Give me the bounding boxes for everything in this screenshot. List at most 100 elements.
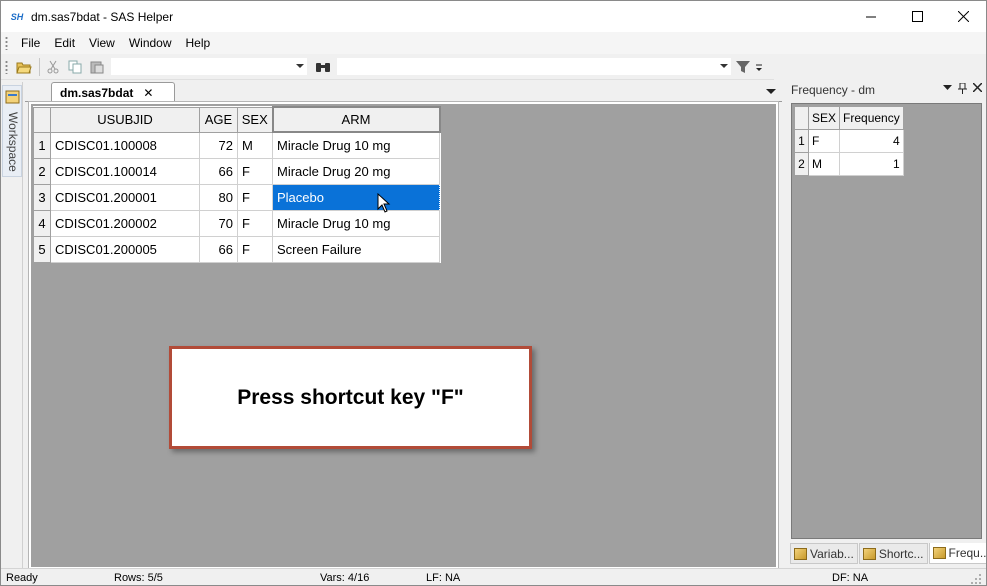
tab-list-dropdown-icon[interactable] (766, 89, 776, 94)
status-vars: Vars: 4/16 (320, 572, 370, 584)
maximize-button[interactable] (894, 1, 940, 32)
table-row[interactable]: 2 CDISC01.100014 66 F Miracle Drug 20 mg (33, 157, 440, 185)
pin-icon[interactable] (958, 83, 967, 94)
cell-frequency[interactable]: 1 (839, 152, 904, 176)
cell-arm[interactable]: Screen Failure (272, 235, 440, 263)
cell-age[interactable]: 66 (199, 157, 238, 185)
tab-label: Shortc... (878, 546, 924, 561)
cell-sex[interactable]: M (807, 152, 841, 176)
menu-grip-icon[interactable] (5, 36, 8, 50)
cell-sex[interactable]: F (237, 183, 273, 211)
instruction-callout: Press shortcut key "F" (169, 346, 532, 449)
cell-sex[interactable]: F (237, 209, 273, 237)
workspace-strip: Workspace (1, 82, 23, 572)
column-header-usubjid[interactable]: USUBJID (50, 106, 200, 133)
column-header-frequency[interactable]: Frequency (839, 106, 904, 130)
frequency-icon (932, 547, 946, 559)
cell-frequency[interactable]: 4 (839, 129, 904, 153)
close-icon (957, 11, 969, 22)
tab-frequency[interactable]: Frequ... (928, 543, 986, 564)
cell-age[interactable]: 70 (199, 209, 238, 237)
table-row[interactable]: 5 CDISC01.200005 66 F Screen Failure (33, 235, 440, 263)
table-row[interactable]: 4 CDISC01.200002 70 F Miracle Drug 10 mg (33, 209, 440, 237)
grid-header-row: USUBJID AGE SEX ARM (33, 106, 441, 133)
chevron-down-icon[interactable] (296, 64, 304, 68)
panel-close-icon[interactable] (973, 83, 982, 92)
cut-icon[interactable] (43, 57, 63, 77)
row-number[interactable]: 1 (33, 131, 51, 159)
row-number[interactable]: 3 (33, 183, 51, 211)
cell-sex[interactable]: F (237, 235, 273, 263)
minimize-icon (865, 16, 876, 18)
menu-help[interactable]: Help (179, 32, 218, 54)
frequency-panel-title: Frequency - dm (791, 83, 876, 97)
freq-grid-corner[interactable] (794, 106, 809, 130)
tab-dm-sas7bdat[interactable]: dm.sas7bdat ✕ (51, 82, 175, 102)
menu-view[interactable]: View (82, 32, 122, 54)
workspace-tab[interactable]: Workspace (2, 85, 22, 177)
panel-dropdown-icon[interactable] (943, 83, 952, 92)
cell-sex[interactable]: F (807, 129, 841, 153)
cell-usubjid[interactable]: CDISC01.200005 (50, 235, 200, 263)
table-row[interactable]: 1 F 4 (794, 129, 904, 153)
copy-icon[interactable] (65, 57, 85, 77)
row-number[interactable]: 4 (33, 209, 51, 237)
toolbar-overflow-icon[interactable] (755, 57, 763, 77)
menu-edit[interactable]: Edit (47, 32, 82, 54)
tab-variables[interactable]: Variab... (790, 543, 858, 564)
close-button[interactable] (940, 1, 986, 32)
status-bar: Ready Rows: 5/5 Vars: 4/16 LF: NA DF: NA (1, 568, 986, 585)
cell-usubjid[interactable]: CDISC01.100008 (50, 131, 200, 159)
menu-bar: File Edit View Window Help (1, 32, 986, 54)
document-tab-strip: dm.sas7bdat ✕ (25, 82, 782, 102)
cell-sex[interactable]: F (237, 157, 273, 185)
cell-sex[interactable]: M (237, 131, 273, 159)
table-row[interactable]: 1 CDISC01.100008 72 M Miracle Drug 10 mg (33, 131, 440, 159)
paste-icon[interactable] (87, 57, 107, 77)
open-folder-icon[interactable] (14, 57, 34, 77)
cell-age[interactable]: 80 (199, 183, 238, 211)
cell-arm[interactable]: Miracle Drug 20 mg (272, 157, 440, 185)
row-number[interactable]: 1 (794, 129, 809, 153)
chevron-down-icon[interactable] (720, 64, 728, 68)
grid-corner[interactable] (33, 106, 51, 133)
resize-grip-icon[interactable] (971, 574, 982, 585)
cell-usubjid[interactable]: CDISC01.200002 (50, 209, 200, 237)
workspace-icon (5, 90, 20, 104)
tab-label: Variab... (810, 546, 854, 561)
frequency-panel: Frequency - dm SEX Frequency 1 F 4 2 M 1… (786, 80, 986, 564)
toolbar (1, 54, 774, 80)
tab-shortcuts[interactable]: Shortc... (858, 543, 928, 564)
binoculars-icon[interactable] (313, 57, 333, 77)
row-number[interactable]: 2 (794, 152, 809, 176)
status-df: DF: NA (832, 572, 869, 584)
table-row[interactable]: 2 M 1 (794, 152, 904, 176)
column-header-sex[interactable]: SEX (807, 106, 841, 130)
app-window: SH dm.sas7bdat - SAS Helper File Edit Vi… (0, 0, 987, 586)
toolbar-grip-icon[interactable] (5, 59, 8, 74)
minimize-button[interactable] (848, 1, 894, 32)
cell-usubjid[interactable]: CDISC01.100014 (50, 157, 200, 185)
dataset-combo[interactable] (111, 58, 307, 75)
cell-arm[interactable]: Miracle Drug 10 mg (272, 131, 440, 159)
tab-close-icon[interactable]: ✕ (143, 87, 153, 99)
cell-age[interactable]: 66 (199, 235, 238, 263)
menu-window[interactable]: Window (122, 32, 179, 54)
cell-usubjid[interactable]: CDISC01.200001 (50, 183, 200, 211)
panel-tools (943, 83, 982, 94)
menu-file[interactable]: File (14, 32, 47, 54)
row-number[interactable]: 5 (33, 235, 51, 263)
column-header-sex[interactable]: SEX (237, 106, 273, 133)
status-lf: LF: NA (426, 572, 461, 584)
side-panel-tabs: Variab... Shortc... Frequ... (790, 543, 986, 564)
column-header-age[interactable]: AGE (199, 106, 238, 133)
app-logo-icon: SH (10, 11, 24, 22)
selected-cell-arm[interactable]: Placebo (272, 183, 440, 211)
filter-icon[interactable] (733, 57, 753, 77)
filter-combo[interactable] (337, 58, 731, 75)
status-rows: Rows: 5/5 (114, 572, 163, 584)
cell-arm[interactable]: Miracle Drug 10 mg (272, 209, 440, 237)
cell-age[interactable]: 72 (199, 131, 238, 159)
row-number[interactable]: 2 (33, 157, 51, 185)
column-header-arm[interactable]: ARM (271, 106, 441, 133)
